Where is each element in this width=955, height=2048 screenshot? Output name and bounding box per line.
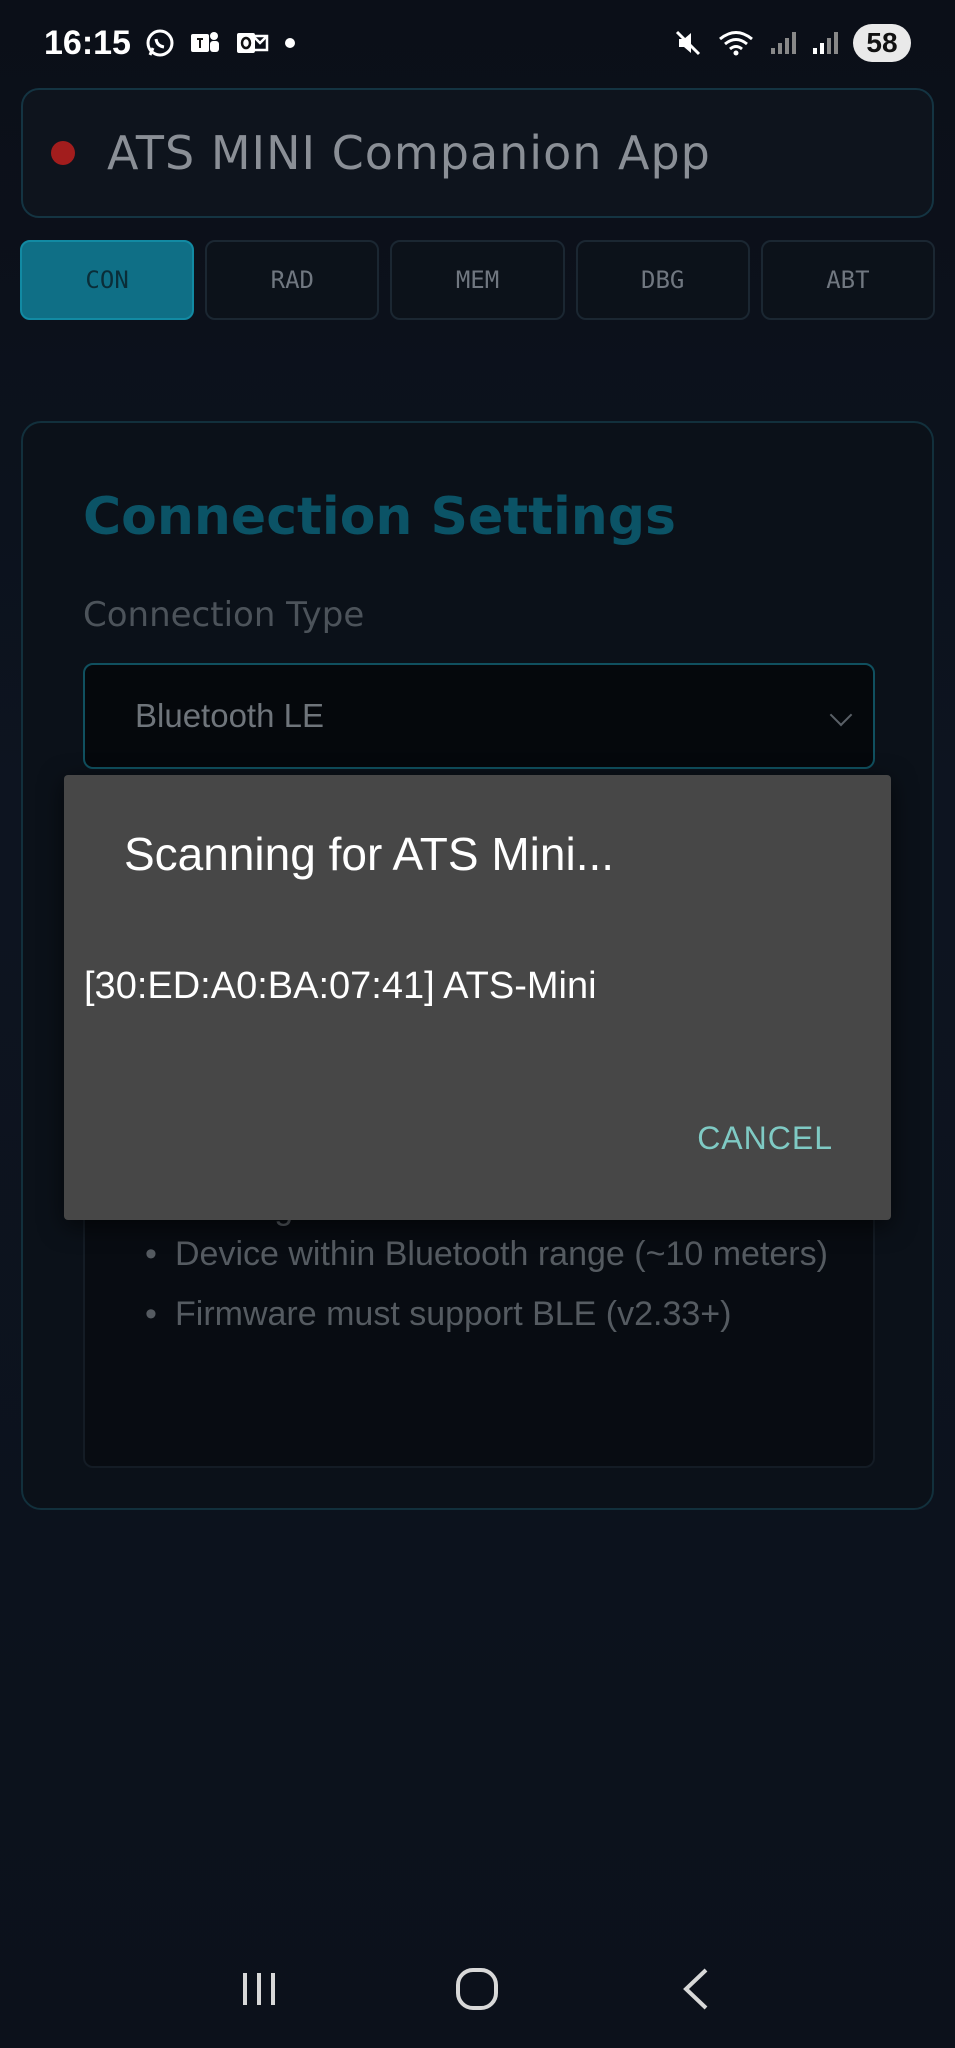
- dialog-title: Scanning for ATS Mini...: [124, 828, 615, 880]
- app-header: ATS MINI Companion App: [21, 88, 934, 218]
- bullet-icon: •: [145, 1235, 157, 1273]
- mute-icon: [673, 28, 703, 58]
- status-right: 58: [673, 24, 911, 62]
- recent-apps-icon[interactable]: [219, 1949, 299, 2029]
- list-item: • Firmware must support BLE (v2.33+): [145, 1289, 845, 1339]
- requirements-list: • Device within Bluetooth range (~10 mete…: [145, 1229, 845, 1349]
- tab-bar: CON RAD MEM DBG ABT: [20, 240, 936, 320]
- app-title: ATS MINI Companion App: [107, 126, 711, 180]
- connection-type-label: Connection Type: [83, 595, 365, 635]
- outlook-icon: [235, 28, 269, 58]
- tab-con[interactable]: CON: [20, 240, 195, 320]
- list-item: • Device within Bluetooth range (~10 mete…: [145, 1229, 845, 1279]
- requirements-box: settings •Device within Bluetooth range …: [83, 1189, 875, 1468]
- note-text: Firmware must support BLE (v2.33+): [175, 1295, 732, 1333]
- connection-type-select[interactable]: Bluetooth LE: [83, 663, 875, 769]
- tab-rad[interactable]: RAD: [205, 240, 380, 320]
- teams-icon: [189, 28, 221, 58]
- battery-indicator: 58: [853, 24, 911, 62]
- tab-abt[interactable]: ABT: [760, 240, 936, 320]
- device-list-item[interactable]: [30:ED:A0:BA:07:41] ATS-Mini: [84, 965, 597, 1008]
- back-icon[interactable]: [656, 1949, 736, 2029]
- scan-dialog: Scanning for ATS Mini... [30:ED:A0:BA:07…: [64, 775, 891, 1220]
- wifi-icon: [717, 28, 755, 58]
- signal-icon: [769, 28, 797, 58]
- home-icon[interactable]: [437, 1949, 517, 2029]
- status-left: 16:15: [44, 24, 297, 63]
- connection-status-dot: [51, 141, 75, 165]
- bullet-icon: •: [145, 1295, 157, 1333]
- chevron-down-icon: [829, 703, 853, 727]
- tab-dbg[interactable]: DBG: [575, 240, 750, 320]
- status-bar: 16:15 58: [0, 0, 955, 86]
- note-text: Device within Bluetooth range (~10 meter…: [175, 1235, 828, 1273]
- signal-icon: [811, 28, 839, 58]
- status-time: 16:15: [44, 23, 131, 62]
- dot-icon: [283, 36, 297, 50]
- cancel-button[interactable]: CANCEL: [697, 1120, 833, 1157]
- system-nav-bar: [0, 1930, 955, 2048]
- tab-mem[interactable]: MEM: [390, 240, 565, 320]
- settings-title: Connection Settings: [83, 487, 676, 547]
- connection-type-value: Bluetooth LE: [135, 697, 324, 734]
- whatsapp-icon: [145, 28, 175, 58]
